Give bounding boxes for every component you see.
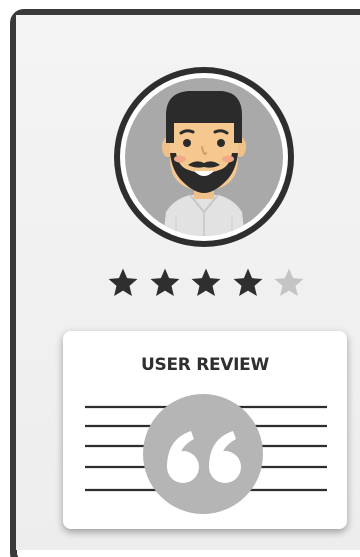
phone-screen: USER REVIEW: [16, 15, 360, 550]
star-icon: [150, 268, 179, 297]
avatar: [114, 67, 294, 247]
review-illustration: USER REVIEW: [0, 0, 360, 557]
card-title: USER REVIEW: [141, 355, 269, 375]
star-icon: [274, 268, 304, 297]
review-text-lines: [85, 394, 327, 514]
star-icon: [191, 268, 221, 297]
star-icon: [108, 268, 138, 297]
star-icon: [233, 268, 262, 297]
quote-mark-icon: [143, 394, 263, 514]
user-review-card: USER REVIEW: [63, 331, 347, 529]
bearded-man-avatar-icon: [120, 73, 288, 241]
star-rating: [106, 263, 306, 303]
